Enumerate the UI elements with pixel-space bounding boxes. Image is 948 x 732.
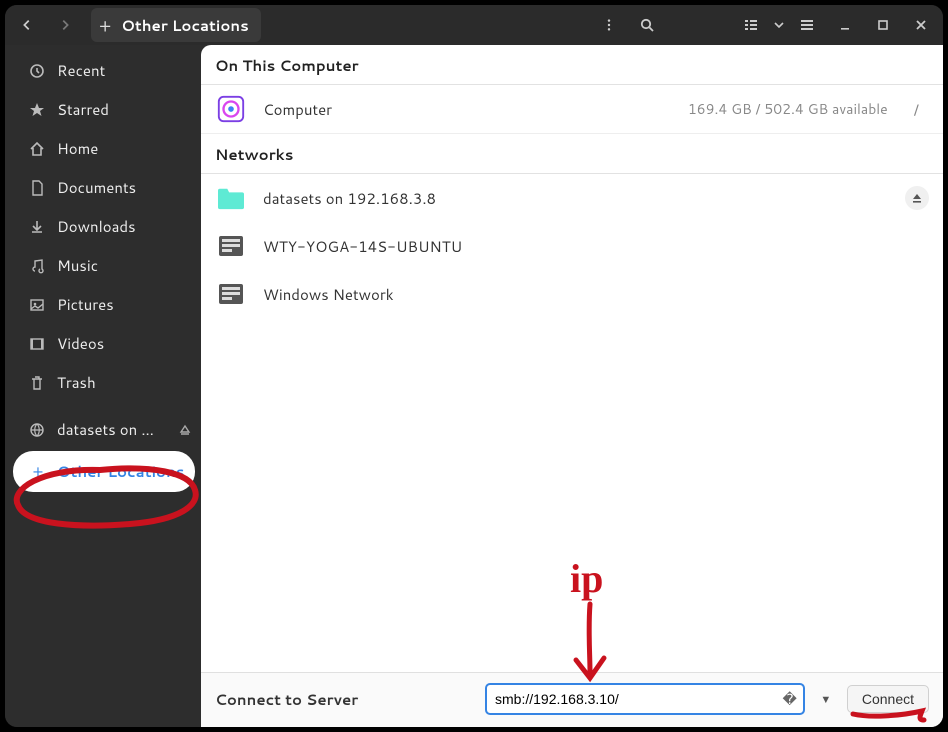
download-icon — [29, 219, 47, 235]
plus-icon: + — [99, 12, 111, 38]
section-header-computer: On This Computer — [201, 45, 943, 85]
home-icon — [29, 141, 47, 157]
sidebar-item-home[interactable]: Home — [5, 129, 201, 168]
search-button[interactable] — [631, 11, 663, 39]
sidebar-item-starred[interactable]: Starred — [5, 90, 201, 129]
sidebar-item-label: Pictures — [57, 294, 114, 315]
row-name: datasets on 192.168.3.8 — [263, 188, 436, 209]
main-panel: On This Computer Computer 169.4 GB / 502… — [201, 45, 943, 727]
sidebar-item-label: Home — [57, 138, 98, 159]
sidebar-item-label: datasets on … — [57, 419, 154, 440]
sidebar-item-videos[interactable]: Videos — [5, 324, 201, 363]
server-address-input[interactable] — [493, 687, 782, 711]
sidebar-item-label: Documents — [57, 177, 136, 198]
sidebar-item-other-locations[interactable]: + Other Locations — [13, 451, 195, 492]
video-icon — [29, 336, 47, 352]
network-host-icon — [215, 230, 247, 262]
row-network[interactable]: datasets on 192.168.3.8 — [201, 174, 943, 222]
trash-icon — [29, 375, 47, 391]
connect-bar: Connect to Server � ▼ Connect — [201, 672, 943, 727]
sidebar-item-label: Starred — [57, 99, 109, 120]
row-computer[interactable]: Computer 169.4 GB / 502.4 GB available / — [201, 85, 943, 134]
sidebar-item-label: Recent — [57, 60, 105, 81]
location-bar[interactable]: + Other Locations — [91, 8, 261, 42]
recent-servers-dropdown[interactable]: ▼ — [815, 685, 837, 713]
sidebar-item-music[interactable]: Music — [5, 246, 201, 285]
eject-icon[interactable] — [179, 424, 191, 436]
nav-forward-button[interactable] — [49, 11, 81, 39]
connect-input-wrap[interactable]: � — [485, 683, 805, 715]
more-menu-button[interactable] — [593, 11, 625, 39]
connect-button[interactable]: Connect — [847, 685, 929, 713]
network-host-icon — [215, 278, 247, 310]
row-name: WTY-YOGA-14S-UBUNTU — [263, 236, 462, 257]
sidebar-item-mounted[interactable]: datasets on … — [5, 410, 201, 449]
nav-back-button[interactable] — [11, 11, 43, 39]
row-name: Computer — [263, 99, 332, 120]
row-meta: 169.4 GB / 502.4 GB available — [688, 99, 888, 119]
view-list-button[interactable] — [735, 11, 767, 39]
sidebar-item-label: Downloads — [57, 216, 136, 237]
picture-icon — [29, 297, 47, 313]
titlebar: + Other Locations — [5, 5, 943, 45]
row-network[interactable]: WTY-YOGA-14S-UBUNTU — [201, 222, 943, 270]
sidebar-item-label: Videos — [57, 333, 104, 354]
window-minimize-button[interactable] — [829, 11, 861, 39]
file-manager-window: + Other Locations — [5, 5, 943, 727]
sidebar: Recent Starred Home Documents Downloads … — [5, 45, 201, 727]
music-icon — [29, 258, 47, 274]
globe-icon — [29, 422, 47, 438]
plus-icon: + — [29, 460, 47, 483]
section-header-networks: Networks — [201, 134, 943, 174]
document-icon — [29, 180, 47, 196]
view-dropdown-button[interactable] — [769, 11, 789, 39]
window-body: Recent Starred Home Documents Downloads … — [5, 45, 943, 727]
sidebar-item-label: Other Locations — [57, 461, 184, 482]
row-mount: / — [904, 99, 929, 120]
sidebar-item-label: Trash — [57, 372, 96, 393]
row-name: Windows Network — [263, 284, 394, 305]
sidebar-item-recent[interactable]: Recent — [5, 51, 201, 90]
row-network[interactable]: Windows Network — [201, 270, 943, 318]
hamburger-menu-button[interactable] — [791, 11, 823, 39]
window-close-button[interactable] — [905, 11, 937, 39]
sidebar-item-downloads[interactable]: Downloads — [5, 207, 201, 246]
clock-icon — [29, 63, 47, 79]
connect-label: Connect to Server — [215, 689, 475, 710]
star-icon — [29, 102, 47, 118]
folder-share-icon — [215, 182, 247, 214]
computer-drive-icon — [215, 93, 247, 125]
sidebar-item-trash[interactable]: Trash — [5, 363, 201, 402]
eject-button[interactable] — [905, 186, 929, 210]
window-maximize-button[interactable] — [867, 11, 899, 39]
sidebar-item-label: Music — [57, 255, 98, 276]
location-label: Other Locations — [121, 15, 248, 36]
sidebar-item-pictures[interactable]: Pictures — [5, 285, 201, 324]
help-icon[interactable]: � — [782, 689, 796, 709]
sidebar-item-documents[interactable]: Documents — [5, 168, 201, 207]
